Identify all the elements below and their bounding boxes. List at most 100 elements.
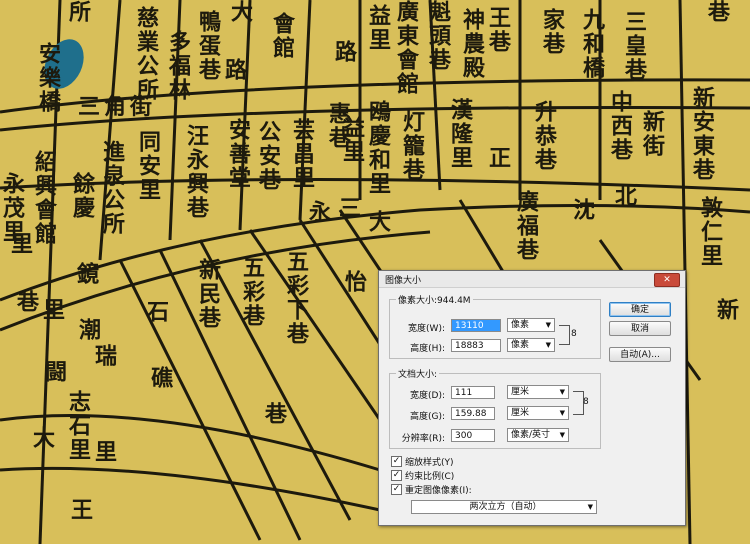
map-label: 里 (39, 298, 65, 322)
map-label: 魁頭巷 (425, 0, 451, 72)
pixel-height-field[interactable]: 18883 (451, 339, 501, 352)
chevron-down-icon: ▼ (559, 388, 565, 396)
map-label: 新民巷 (195, 258, 221, 330)
map-label: 北 (611, 184, 637, 208)
pixel-width-unit-dropdown[interactable]: 像素 ▼ (507, 318, 555, 332)
checkmark-icon: ✓ (391, 484, 402, 495)
chevron-down-icon: ▼ (545, 341, 551, 349)
doc-width-unit-dropdown[interactable]: 厘米 ▼ (507, 385, 569, 399)
dialog-titlebar[interactable]: 图像大小 ✕ (379, 271, 685, 288)
map-label: 潮 (75, 318, 101, 342)
resample-image-label: 重定图像像素(I): (405, 486, 472, 496)
map-label: 新安東巷 (689, 86, 715, 182)
chain-link-icon: 8 (583, 397, 589, 407)
map-label: 王巷 (485, 6, 511, 54)
map-label: 神農殿 (459, 8, 485, 80)
dialog-title: 图像大小 (385, 276, 422, 286)
map-label: 汪永興巷 (183, 124, 209, 220)
resample-image-checkbox[interactable]: ✓ 重定图像像素(I): (391, 483, 472, 496)
scale-styles-label: 缩放样式(Y) (405, 458, 454, 468)
map-label: 家巷 (539, 8, 565, 56)
map-label: 怡 (341, 270, 367, 294)
pixel-width-label: 宽度(W): (408, 324, 445, 334)
doc-width-field[interactable]: 111 (451, 386, 495, 399)
map-label: 同安里 (135, 130, 161, 202)
map-label: 鴨蛋巷 (195, 10, 221, 82)
chevron-down-icon: ▼ (545, 321, 551, 329)
pixel-height-label: 高度(H): (410, 344, 445, 354)
map-label: 五彩巷 (239, 256, 265, 328)
map-label: 中西巷 (607, 90, 633, 162)
map-label: 餘慶 (69, 172, 95, 220)
map-label: 巷 (13, 290, 39, 314)
resolution-label: 分辨率(R): (401, 434, 445, 444)
map-label: 巷 (261, 402, 287, 426)
map-label: 三 (335, 196, 361, 220)
pixel-dimensions-legend: 像素大小:944.4M (398, 296, 471, 306)
map-label: 正 (485, 146, 511, 170)
close-icon: ✕ (663, 275, 671, 285)
auto-button[interactable]: 自动(A)... (609, 347, 671, 362)
constrain-proportions-checkbox[interactable]: ✓ 约束比例(C) (391, 469, 454, 482)
checkmark-icon: ✓ (391, 470, 402, 481)
ok-button[interactable]: 确定 (609, 302, 671, 317)
map-label: 九和橋 (579, 8, 605, 80)
map-label: 慈業公所 (133, 6, 159, 102)
chevron-down-icon: ▼ (559, 409, 565, 417)
map-label: 升恭巷 (531, 100, 557, 172)
constrain-proportions-label: 约束比例(C) (405, 472, 455, 482)
map-label: 漢隆里 (447, 98, 473, 170)
map-label: 新街 (639, 110, 665, 158)
resolution-field[interactable]: 300 (451, 429, 495, 442)
image-size-dialog: 图像大小 ✕ 像素大小:944.4M 宽度(W): 13110 像素 ▼ 高度(H… (378, 270, 686, 526)
map-label: 里 (7, 232, 33, 256)
map-label: 路 (221, 58, 247, 82)
resolution-unit-dropdown[interactable]: 像素/英寸 ▼ (507, 428, 569, 442)
chevron-down-icon: ▼ (587, 503, 593, 511)
map-label: 進泉公所 (99, 140, 125, 236)
pixel-height-unit-dropdown[interactable]: 像素 ▼ (507, 338, 555, 352)
map-label: 永 (305, 200, 331, 224)
document-size-legend: 文档大小: (398, 370, 438, 380)
map-label: 路 (331, 40, 357, 64)
map-label: 巷 (704, 0, 730, 24)
map-label: 五彩下巷 (283, 250, 309, 346)
map-label: 多福林 (165, 30, 191, 102)
close-button[interactable]: ✕ (654, 273, 680, 287)
map-label: 灯籠巷 (399, 110, 425, 182)
map-label: 芸昌里 (289, 118, 315, 190)
map-label: 紹興會館 (31, 150, 57, 246)
map-label: 礁 (147, 366, 173, 390)
doc-height-field[interactable]: 159.88 (451, 407, 495, 420)
map-label: 三皇巷 (621, 10, 647, 82)
cancel-button[interactable]: 取消 (609, 321, 671, 336)
resample-method-dropdown[interactable]: 两次立方（自动） ▼ (411, 500, 597, 514)
map-label: 益里 (365, 4, 391, 52)
constrain-bracket (559, 325, 570, 345)
chevron-down-icon: ▼ (559, 431, 565, 439)
map-label: 敦仁里 (697, 196, 723, 268)
map-label: 廣東會館 (393, 0, 419, 96)
map-label: 闘 (41, 360, 67, 384)
map-label: 公安巷 (255, 120, 281, 192)
map-label: 鏡 (73, 262, 99, 286)
map-label: 志石里 (65, 390, 91, 462)
map-label: 安樂橋 (35, 42, 61, 114)
map-label: 里 (91, 440, 117, 464)
chain-link-icon: 8 (571, 329, 577, 339)
doc-width-label: 宽度(D): (410, 391, 445, 401)
map-label: 大 (365, 210, 391, 234)
map-label: 廣福巷 (513, 190, 539, 262)
map-label: 會館 (269, 12, 295, 60)
checkmark-icon: ✓ (391, 456, 402, 467)
map-label: 大 (29, 426, 55, 450)
scale-styles-checkbox[interactable]: ✓ 缩放样式(Y) (391, 455, 454, 468)
map-label: 新 (713, 298, 739, 322)
doc-height-label: 高度(G): (409, 412, 445, 422)
pixel-width-field[interactable]: 13110 (451, 319, 501, 332)
map-label: 鴎慶和里 (365, 100, 391, 196)
doc-height-unit-dropdown[interactable]: 厘米 ▼ (507, 406, 569, 420)
map-label: 瑞 (91, 344, 117, 368)
map-label: 安善堂 (225, 118, 251, 190)
map-label: 益里 (339, 116, 365, 164)
